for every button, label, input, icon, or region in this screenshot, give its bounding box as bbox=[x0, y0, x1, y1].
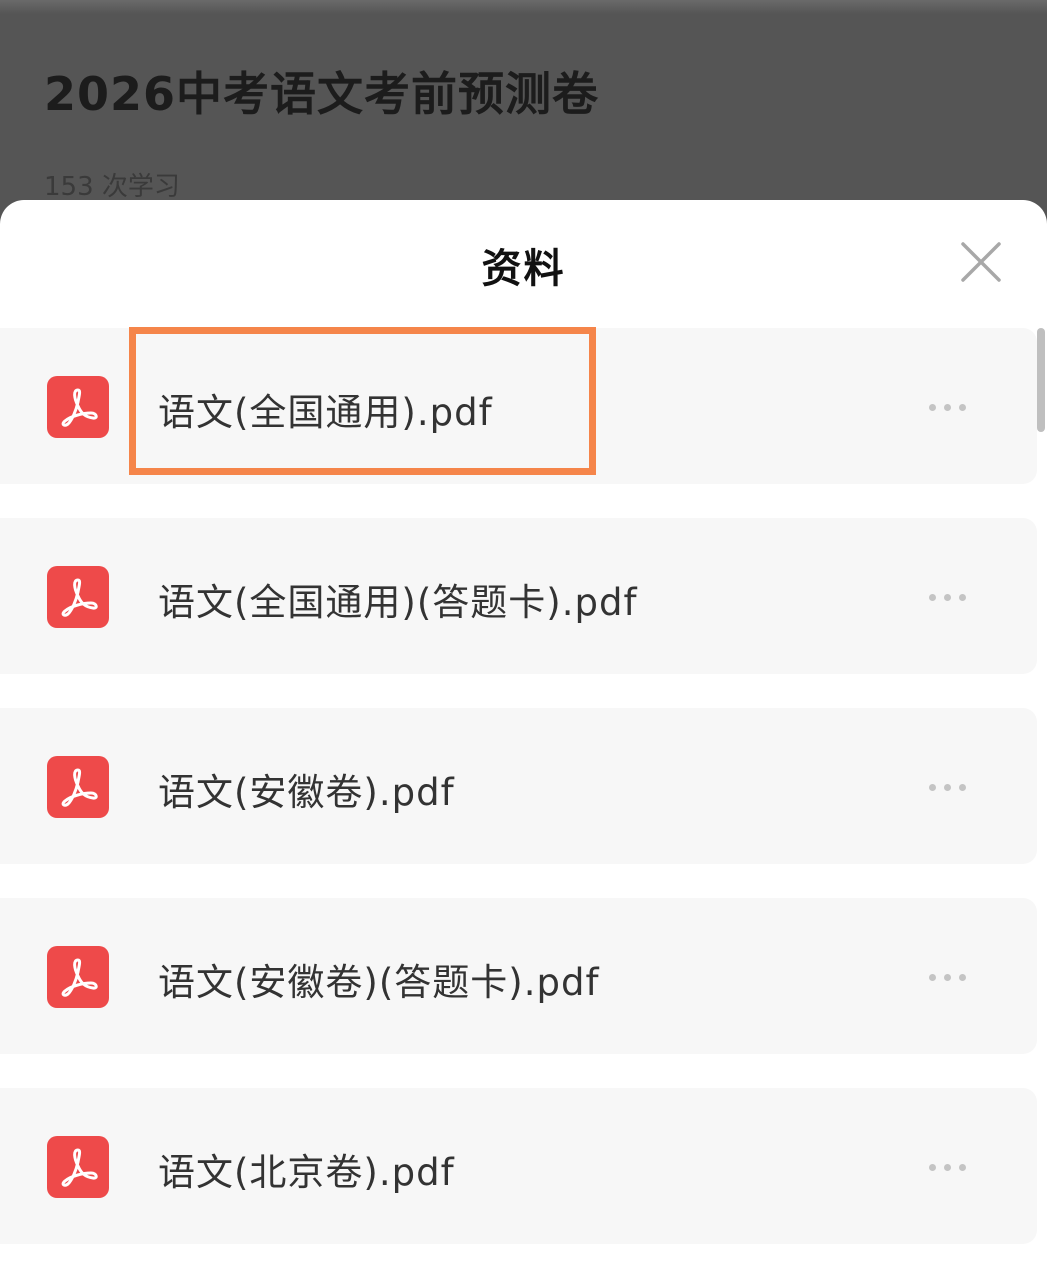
background-page: 2026中考语文考前预测卷 153 次学习 bbox=[0, 0, 1047, 230]
more-options-icon[interactable] bbox=[926, 1156, 970, 1178]
file-name: 语文(全国通用).pdf bbox=[158, 391, 493, 434]
file-item[interactable]: 语文(全国通用)(答题卡).pdf bbox=[0, 518, 1037, 674]
file-item[interactable]: 语文(北京卷).pdf bbox=[0, 1088, 1037, 1244]
pdf-icon bbox=[47, 756, 109, 818]
file-name: 语文(安徽卷).pdf bbox=[158, 771, 455, 814]
more-options-icon[interactable] bbox=[926, 776, 970, 798]
pdf-icon bbox=[47, 566, 109, 628]
pdf-icon bbox=[47, 376, 109, 438]
close-icon bbox=[961, 242, 1001, 282]
more-options-icon[interactable] bbox=[926, 396, 970, 418]
screen: 2026中考语文考前预测卷 153 次学习 资料 语文(全国通用).pdf 语文… bbox=[0, 0, 1047, 1280]
file-name: 语文(全国通用)(答题卡).pdf bbox=[158, 581, 638, 624]
file-item[interactable]: 语文(全国通用).pdf bbox=[0, 328, 1037, 484]
course-title: 2026中考语文考前预测卷 bbox=[44, 67, 600, 121]
close-button[interactable] bbox=[955, 236, 1007, 288]
file-name: 语文(北京卷).pdf bbox=[158, 1151, 455, 1194]
file-list: 语文(全国通用).pdf 语文(全国通用)(答题卡).pdf 语文(安徽卷).p… bbox=[0, 328, 1037, 1278]
file-item[interactable]: 语文(安徽卷)(答题卡).pdf bbox=[0, 898, 1037, 1054]
file-name: 语文(安徽卷)(答题卡).pdf bbox=[158, 961, 600, 1004]
study-count: 153 次学习 bbox=[44, 172, 180, 202]
more-options-icon[interactable] bbox=[926, 586, 970, 608]
more-options-icon[interactable] bbox=[926, 966, 970, 988]
scrollbar[interactable] bbox=[1037, 328, 1045, 432]
file-item[interactable]: 语文(安徽卷).pdf bbox=[0, 708, 1037, 864]
pdf-icon bbox=[47, 1136, 109, 1198]
pdf-icon bbox=[47, 946, 109, 1008]
sheet-title: 资料 bbox=[481, 246, 566, 292]
materials-sheet: 资料 语文(全国通用).pdf 语文(全国通用)(答题卡).pdf 语文(安徽卷… bbox=[0, 200, 1047, 1280]
background-top-strip bbox=[0, 0, 1047, 14]
